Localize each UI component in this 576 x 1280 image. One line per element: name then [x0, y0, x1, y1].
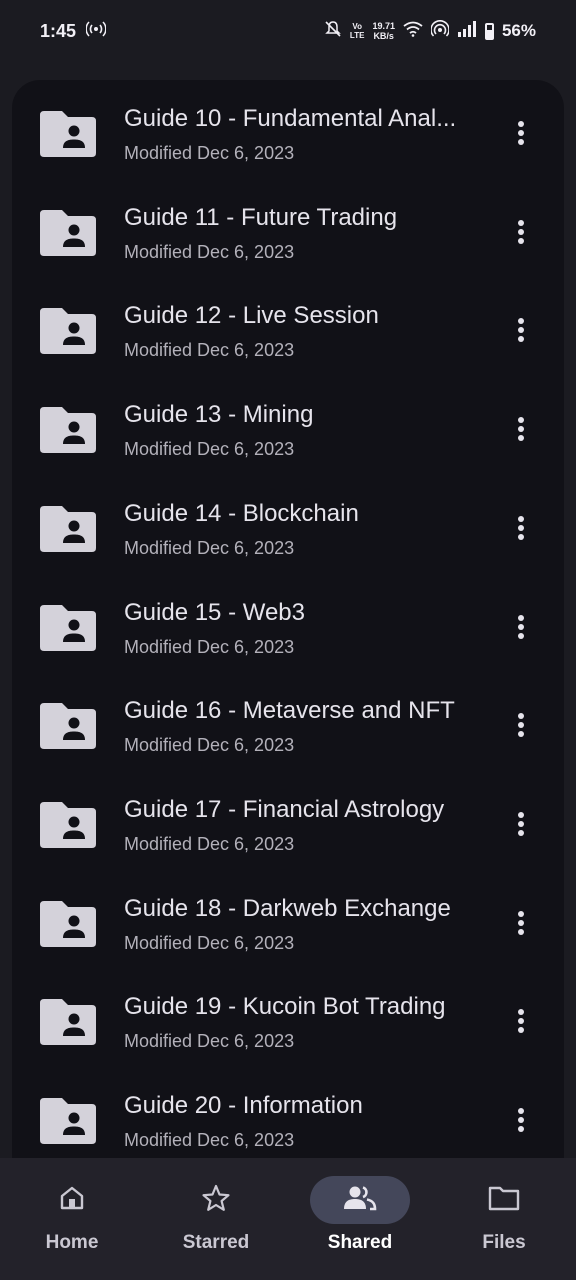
file-title: Guide 20 - Information: [124, 1092, 363, 1119]
nav-starred-pill: [166, 1176, 266, 1224]
shared-folder-icon: [40, 308, 96, 355]
file-row[interactable]: Guide 15 - Web3 Modified Dec 6, 2023: [12, 578, 564, 676]
file-row[interactable]: Guide 16 - Metaverse and NFT Modified Dec…: [12, 676, 564, 774]
shared-folder-icon: [40, 209, 96, 256]
more-options-icon[interactable]: [500, 1000, 542, 1042]
mute-icon: [324, 20, 342, 43]
file-modified: Modified Dec 6, 2023: [124, 636, 295, 657]
nav-files-label: Files: [482, 1232, 526, 1253]
folder-outline-icon: [488, 1185, 520, 1216]
nav-home-label: Home: [45, 1232, 99, 1253]
nav-starred[interactable]: Starred: [144, 1158, 288, 1280]
nav-shared-pill: [310, 1176, 410, 1224]
file-row[interactable]: Guide 14 - Blockchain Modified Dec 6, 202…: [12, 479, 564, 577]
shared-folder-icon: [40, 801, 96, 848]
shared-folder-icon: [40, 505, 96, 552]
nav-shared-label: Shared: [327, 1232, 393, 1253]
nav-home-pill: [22, 1176, 122, 1224]
file-title: Guide 17 - Financial Astrology: [124, 795, 445, 823]
more-options-icon[interactable]: [500, 112, 542, 154]
file-modified: Modified Dec 6, 2023: [124, 932, 295, 953]
status-bar: 1:45 Vo LTE 19.71 KB/s 56%: [0, 0, 576, 62]
battery-percent: 56%: [501, 21, 536, 40]
file-row[interactable]: Guide 13 - Mining Modified Dec 6, 2023: [12, 380, 564, 478]
file-modified: Modified Dec 6, 2023: [124, 143, 295, 163]
file-modified: Modified Dec 6, 2023: [124, 439, 295, 460]
nav-starred-label: Starred: [182, 1232, 250, 1253]
nav-shared[interactable]: Shared: [288, 1158, 432, 1280]
volte-bottom: LTE: [349, 31, 365, 40]
status-time: 1:45: [40, 20, 77, 41]
people-icon: [343, 1185, 377, 1216]
wifi-icon: [403, 21, 423, 42]
home-icon: [58, 1184, 86, 1217]
shared-folder-icon: [40, 1098, 96, 1144]
hotspot-signal-icon: [430, 19, 450, 43]
battery-icon: [484, 22, 494, 40]
more-options-icon[interactable]: [500, 309, 542, 351]
shared-folder-icon: [40, 703, 96, 750]
status-left: 1:45: [40, 20, 107, 42]
volte-indicator: Vo LTE: [350, 22, 365, 40]
file-row[interactable]: Guide 18 - Darkweb Exchange Modified Dec …: [12, 874, 564, 972]
file-modified: Modified Dec 6, 2023: [124, 537, 295, 558]
more-options-icon[interactable]: [500, 902, 542, 944]
more-options-icon[interactable]: [500, 606, 542, 648]
shared-folder-icon: [40, 604, 96, 651]
nav-home[interactable]: Home: [0, 1158, 144, 1280]
file-title: Guide 19 - Kucoin Bot Trading: [124, 993, 446, 1021]
file-title: Guide 13 - Mining: [124, 401, 314, 429]
more-options-icon[interactable]: [500, 803, 542, 845]
file-title: Guide 10 - Fundamental Anal...: [124, 105, 457, 132]
star-icon: [201, 1183, 231, 1218]
file-modified: Modified Dec 6, 2023: [124, 1031, 295, 1052]
file-title: Guide 12 - Live Session: [124, 302, 379, 330]
more-options-icon[interactable]: [500, 211, 542, 253]
shared-folder-icon: [40, 111, 96, 157]
file-row[interactable]: Guide 17 - Financial Astrology Modified D…: [12, 775, 564, 873]
speed-unit: KB/s: [373, 31, 394, 41]
more-options-icon[interactable]: [500, 507, 542, 549]
file-title: Guide 15 - Web3: [124, 598, 305, 626]
file-title: Guide 14 - Blockchain: [124, 499, 359, 527]
shared-folder-icon: [40, 407, 96, 454]
network-speed: 19.71 KB/s: [372, 21, 395, 41]
shared-folder-icon: [40, 999, 96, 1046]
file-modified: Modified Dec 6, 2023: [124, 241, 295, 262]
bottom-navigation: Home Starred Shared Files: [0, 1158, 576, 1280]
file-row[interactable]: Guide 20 - Information Modified Dec 6, 20…: [12, 1071, 564, 1160]
more-options-icon[interactable]: [500, 704, 542, 746]
file-modified: Modified Dec 6, 2023: [124, 833, 295, 854]
file-title: Guide 11 - Future Trading: [124, 203, 398, 231]
file-modified: Modified Dec 6, 2023: [124, 340, 295, 361]
shared-folder-icon: [40, 900, 96, 947]
file-row[interactable]: Guide 12 - Live Session Modified Dec 6, 2…: [12, 281, 564, 379]
speed-value: 19.71: [372, 21, 395, 31]
file-title: Guide 18 - Darkweb Exchange: [124, 894, 451, 922]
file-title: Guide 16 - Metaverse and NFT: [124, 697, 455, 725]
hotspot-icon: [85, 20, 107, 42]
nav-files[interactable]: Files: [432, 1158, 576, 1280]
nav-files-pill: [454, 1176, 554, 1224]
status-right: Vo LTE 19.71 KB/s 56%: [324, 19, 536, 43]
file-modified: Modified Dec 6, 2023: [124, 1130, 295, 1150]
cell-signal-icon: [457, 20, 477, 42]
file-row[interactable]: Guide 11 - Future Trading Modified Dec 6,…: [12, 183, 564, 281]
file-row[interactable]: Guide 19 - Kucoin Bot Trading Modified De…: [12, 972, 564, 1070]
file-modified: Modified Dec 6, 2023: [124, 735, 295, 756]
shared-file-list: Guide 10 - Fundamental Anal... Modified D…: [12, 80, 564, 1160]
file-row[interactable]: Guide 10 - Fundamental Anal... Modified D…: [12, 84, 564, 182]
more-options-icon[interactable]: [500, 1099, 542, 1141]
more-options-icon[interactable]: [500, 408, 542, 450]
volte-top: Vo: [352, 22, 362, 31]
